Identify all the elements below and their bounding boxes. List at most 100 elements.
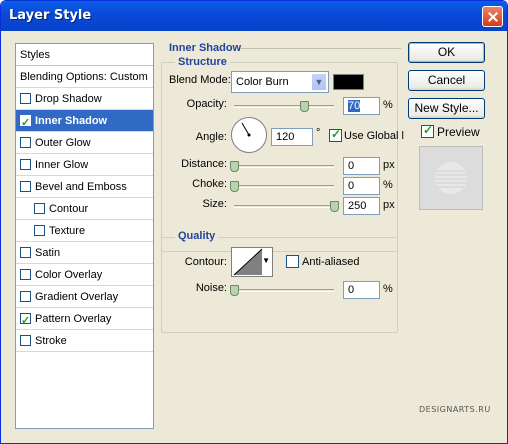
- new-style-button[interactable]: New Style...: [408, 98, 485, 119]
- style-item-label: Inner Shadow: [35, 115, 108, 127]
- noise-input[interactable]: 0: [343, 281, 380, 299]
- distance-unit: px: [383, 159, 395, 171]
- style-item-satin[interactable]: Satin: [16, 242, 153, 264]
- choke-label: Choke:: [192, 178, 227, 190]
- style-item-label: Inner Glow: [35, 159, 89, 171]
- style-item-inner-shadow[interactable]: Inner Shadow: [16, 110, 153, 134]
- use-global-light-label[interactable]: Use Global l: [344, 130, 404, 142]
- opacity-unit: %: [383, 99, 393, 111]
- close-icon[interactable]: [482, 6, 503, 27]
- blend-mode-label: Blend Mode:: [169, 74, 231, 86]
- style-item-checkbox[interactable]: [20, 246, 31, 258]
- style-item-checkbox[interactable]: [20, 310, 31, 332]
- opacity-input[interactable]: 70: [343, 97, 380, 115]
- style-item-checkbox[interactable]: [20, 268, 31, 280]
- styles-list-header[interactable]: Styles: [16, 44, 153, 66]
- style-item-color-overlay[interactable]: Color Overlay: [16, 264, 153, 286]
- style-item-checkbox[interactable]: [20, 92, 31, 104]
- style-item-gradient-overlay[interactable]: Gradient Overlay: [16, 286, 153, 308]
- anti-aliased-label[interactable]: Anti-aliased: [302, 256, 359, 268]
- noise-slider-thumb[interactable]: [230, 285, 239, 296]
- size-unit: px: [383, 199, 395, 211]
- angle-dial-indicator: [241, 122, 251, 137]
- preview-swatch: [435, 162, 467, 194]
- quality-title: Quality: [175, 230, 219, 242]
- watermark-logo: DESIGNARTS.RU: [419, 405, 491, 414]
- opacity-label: Opacity:: [186, 98, 227, 110]
- choke-slider-thumb[interactable]: [230, 181, 239, 192]
- style-item-checkbox[interactable]: [34, 202, 45, 214]
- style-item-checkbox[interactable]: [20, 334, 31, 346]
- style-item-stroke[interactable]: Stroke: [16, 330, 153, 352]
- contour-picker[interactable]: ▼: [231, 247, 273, 277]
- noise-slider-track[interactable]: [234, 289, 334, 292]
- section-divider: [241, 48, 401, 49]
- style-item-contour[interactable]: Contour: [16, 198, 153, 220]
- cancel-button[interactable]: Cancel: [408, 70, 485, 91]
- ok-button[interactable]: OK: [408, 42, 485, 63]
- use-global-light-checkbox[interactable]: [329, 127, 342, 142]
- style-item-inner-glow[interactable]: Inner Glow: [16, 154, 153, 176]
- style-item-checkbox[interactable]: [20, 158, 31, 170]
- inner-shadow-title: Inner Shadow: [166, 42, 245, 54]
- dialog-body: Styles Blending Options: Custom Drop Shad…: [1, 31, 507, 443]
- opacity-slider-thumb[interactable]: [300, 101, 309, 112]
- angle-dial[interactable]: [231, 117, 267, 153]
- angle-input[interactable]: 120: [271, 128, 313, 146]
- structure-title: Structure: [175, 56, 230, 68]
- choke-slider-track[interactable]: [234, 185, 334, 188]
- angle-value: 120: [276, 131, 295, 143]
- style-item-checkbox[interactable]: [20, 136, 31, 148]
- layer-style-dialog: Layer Style Styles Blending Options: Cus…: [0, 0, 508, 444]
- distance-input[interactable]: 0: [343, 157, 380, 175]
- preview-checkbox[interactable]: [421, 123, 434, 138]
- style-item-label: Outer Glow: [35, 137, 91, 149]
- angle-unit: °: [316, 127, 321, 139]
- style-item-label: Drop Shadow: [35, 93, 102, 105]
- shadow-color-swatch[interactable]: [333, 74, 364, 90]
- style-item-drop-shadow[interactable]: Drop Shadow: [16, 88, 153, 110]
- anti-aliased-checkbox[interactable]: [286, 255, 299, 268]
- choke-value: 0: [348, 180, 355, 192]
- chevron-down-icon[interactable]: ▼: [311, 73, 327, 91]
- preview-thumbnail: [419, 146, 483, 210]
- style-item-label: Texture: [49, 225, 86, 237]
- blend-mode-value: Color Burn: [236, 76, 289, 88]
- style-item-outer-glow[interactable]: Outer Glow: [16, 132, 153, 154]
- choke-input[interactable]: 0: [343, 177, 380, 195]
- style-item-blending-options-custom[interactable]: Blending Options: Custom: [16, 66, 153, 88]
- style-item-label: Satin: [35, 247, 61, 259]
- angle-label: Angle:: [195, 131, 227, 143]
- distance-value: 0: [348, 160, 355, 172]
- style-item-checkbox[interactable]: [20, 180, 31, 192]
- styles-list: Styles Blending Options: Custom Drop Shad…: [15, 43, 154, 429]
- style-item-checkbox[interactable]: [34, 224, 45, 236]
- choke-unit: %: [383, 179, 393, 191]
- style-item-checkbox[interactable]: [20, 290, 31, 302]
- style-item-label: Contour: [49, 203, 89, 215]
- noise-label: Noise:: [195, 282, 227, 294]
- size-slider-thumb[interactable]: [330, 201, 339, 212]
- style-item-checkbox[interactable]: [20, 112, 31, 134]
- opacity-value: 70: [348, 100, 361, 112]
- window-title: Layer Style: [9, 8, 92, 23]
- size-input[interactable]: 250: [343, 197, 380, 215]
- noise-value: 0: [348, 284, 355, 296]
- blend-mode-select[interactable]: Color Burn ▼: [231, 71, 329, 93]
- style-item-bevel-and-emboss[interactable]: Bevel and Emboss: [16, 176, 153, 198]
- opacity-slider-track[interactable]: [234, 105, 334, 108]
- style-item-label: Pattern Overlay: [35, 313, 112, 325]
- distance-slider-track[interactable]: [234, 165, 334, 168]
- preview-label[interactable]: Preview: [437, 125, 480, 139]
- size-label: Size:: [202, 198, 227, 210]
- distance-slider-thumb[interactable]: [230, 161, 239, 172]
- distance-label: Distance:: [181, 158, 227, 170]
- style-item-pattern-overlay[interactable]: Pattern Overlay: [16, 308, 153, 332]
- style-item-label: Stroke: [35, 335, 67, 347]
- style-item-texture[interactable]: Texture: [16, 220, 153, 242]
- style-item-label: Color Overlay: [35, 269, 103, 281]
- style-item-label: Blending Options: Custom: [20, 71, 148, 83]
- contour-dropdown-icon[interactable]: ▼: [262, 256, 270, 265]
- title-bar: Layer Style: [1, 1, 507, 31]
- size-slider-track[interactable]: [234, 205, 334, 208]
